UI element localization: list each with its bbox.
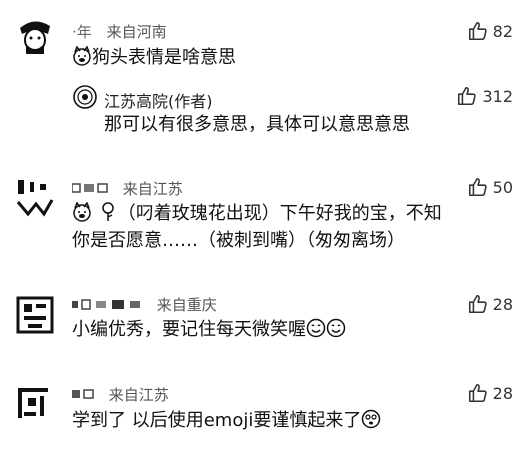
- comment-meta: ·年 来自河南: [72, 21, 167, 42]
- avatar[interactable]: [14, 294, 56, 336]
- doge-emoji-icon: [72, 45, 92, 66]
- like-button[interactable]: 82: [467, 20, 513, 42]
- masked-username-icon: [72, 299, 140, 310]
- smile-emoji-icon: [326, 318, 346, 338]
- location-label: 来自河南: [106, 23, 167, 41]
- thumb-up-icon: [468, 294, 487, 314]
- location-label: 来自重庆: [156, 296, 217, 314]
- thumb-up-icon: [458, 86, 477, 106]
- like-count: 28: [492, 383, 513, 403]
- avatar[interactable]: [14, 176, 56, 218]
- comment-meta: 来自重庆: [72, 294, 217, 315]
- comment-body: 学到了 以后使用emoji要谨慎起来了: [72, 410, 362, 431]
- username[interactable]: ·年: [72, 23, 92, 41]
- like-count: 312: [482, 86, 513, 106]
- masked-username-icon: [72, 389, 94, 399]
- comment-body: 小编优秀，要记住每天微笑喔: [72, 319, 306, 340]
- like-count: 50: [492, 177, 513, 197]
- smile-emoji-icon: [306, 318, 326, 338]
- comment-body: 狗头表情是啥意思: [92, 47, 236, 68]
- like-button[interactable]: 28: [467, 293, 513, 315]
- location-label: 来自江苏: [122, 180, 183, 198]
- thumb-up-icon: [468, 383, 487, 403]
- comment-body-line1: （叼着玫瑰花出现）下午好我的宝，不知: [117, 203, 442, 224]
- masked-username-icon: [71, 183, 108, 193]
- author-name[interactable]: 江苏高院(作者): [104, 92, 213, 111]
- avatar[interactable]: [14, 382, 56, 424]
- username[interactable]: [71, 180, 113, 198]
- like-button[interactable]: 28: [467, 382, 513, 404]
- doge-emoji-icon: [72, 201, 92, 222]
- comment-meta: 来自江苏: [72, 384, 169, 405]
- avatar[interactable]: [14, 14, 56, 56]
- reply-meta: 江苏高院(作者): [104, 88, 213, 112]
- comment-text: （叼着玫瑰花出现）下午好我的宝，不知 你是否愿意……（被刺到嘴）（匆匆离场）: [72, 200, 442, 254]
- thumb-up-icon: [468, 177, 487, 197]
- thumb-up-icon: [468, 21, 487, 41]
- comment-meta: 来自江苏: [71, 178, 183, 199]
- comment-body-line2: 你是否愿意……（被刺到嘴）（匆匆离场）: [72, 230, 405, 251]
- like-count: 28: [492, 294, 513, 314]
- reply-like-button[interactable]: 312: [456, 85, 513, 107]
- like-button[interactable]: 50: [467, 176, 513, 198]
- reply-text: 那可以有很多意思，具体可以意思意思: [104, 114, 410, 135]
- username[interactable]: [72, 296, 147, 314]
- location-label: 来自江苏: [108, 386, 169, 404]
- like-count: 82: [492, 21, 513, 41]
- username[interactable]: [72, 386, 99, 404]
- rose-emoji-icon: [98, 202, 118, 222]
- comment-text: 学到了 以后使用emoji要谨慎起来了: [72, 407, 381, 434]
- author-avatar[interactable]: [72, 84, 100, 112]
- confused-emoji-icon: [361, 409, 381, 429]
- comment-text: 狗头表情是啥意思: [72, 44, 236, 71]
- comment-text: 小编优秀，要记住每天微笑喔: [72, 316, 346, 343]
